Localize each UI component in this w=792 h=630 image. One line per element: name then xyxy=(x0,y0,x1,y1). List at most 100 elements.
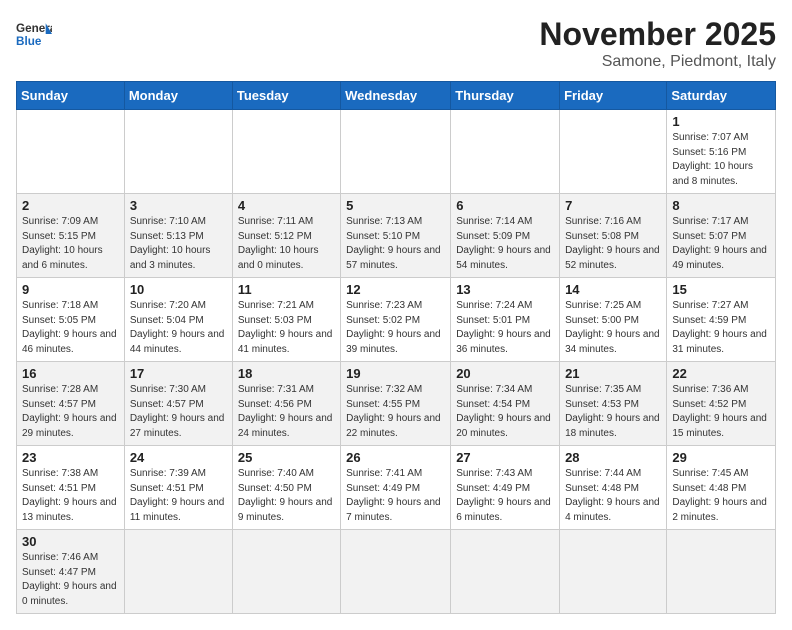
logo: General Blue xyxy=(16,16,52,52)
day-number: 24 xyxy=(130,450,227,465)
calendar-cell: 16 Sunrise: 7:28 AM Sunset: 4:57 PM Dayli… xyxy=(17,362,125,446)
day-info: Sunrise: 7:38 AM Sunset: 4:51 PM Dayligh… xyxy=(22,467,119,525)
calendar-cell: 9 Sunrise: 7:18 AM Sunset: 5:05 PM Daylig… xyxy=(17,278,125,362)
day-info: Sunrise: 7:20 AM Sunset: 5:04 PM Dayligh… xyxy=(130,299,227,357)
calendar-cell xyxy=(17,110,125,194)
calendar-week-5: 23 Sunrise: 7:38 AM Sunset: 4:51 PM Dayli… xyxy=(17,446,776,530)
calendar-cell: 20 Sunrise: 7:34 AM Sunset: 4:54 PM Dayli… xyxy=(451,362,560,446)
calendar-cell: 8Sunrise: 7:17 AM Sunset: 5:07 PM Daylig… xyxy=(667,194,776,278)
calendar-cell: 11Sunrise: 7:21 AM Sunset: 5:03 PM Dayli… xyxy=(232,278,340,362)
calendar-subtitle: Samone, Piedmont, Italy xyxy=(539,53,776,71)
day-info: Sunrise: 7:23 AM Sunset: 5:02 PM Dayligh… xyxy=(346,299,445,357)
day-info: Sunrise: 7:27 AM Sunset: 4:59 PM Dayligh… xyxy=(672,299,770,357)
day-number: 10 xyxy=(130,282,227,297)
calendar-cell: 26 Sunrise: 7:41 AM Sunset: 4:49 PM Dayli… xyxy=(341,446,451,530)
title-block: November 2025 Samone, Piedmont, Italy xyxy=(539,16,776,71)
day-info: Sunrise: 7:43 AM Sunset: 4:49 PM Dayligh… xyxy=(456,467,554,525)
calendar-cell: 1 Sunrise: 7:07 AM Sunset: 5:16 PM Daylig… xyxy=(667,110,776,194)
day-number: 6 xyxy=(456,198,554,213)
calendar-cell: 22 Sunrise: 7:36 AM Sunset: 4:52 PM Dayli… xyxy=(667,362,776,446)
calendar-cell xyxy=(124,110,232,194)
day-number: 23 xyxy=(22,450,119,465)
day-info: Sunrise: 7:11 AM Sunset: 5:12 PM Dayligh… xyxy=(238,215,335,273)
day-number: 11 xyxy=(238,282,335,297)
calendar-cell: 27Sunrise: 7:43 AM Sunset: 4:49 PM Dayli… xyxy=(451,446,560,530)
day-info: Sunrise: 7:13 AM Sunset: 5:10 PM Dayligh… xyxy=(346,215,445,273)
calendar-cell: 5 Sunrise: 7:13 AM Sunset: 5:10 PM Daylig… xyxy=(341,194,451,278)
calendar-title: November 2025 xyxy=(539,16,776,53)
day-number: 19 xyxy=(346,366,445,381)
calendar-cell xyxy=(560,110,667,194)
calendar-cell xyxy=(124,530,232,614)
day-number: 14 xyxy=(565,282,661,297)
weekday-header-row: SundayMondayTuesdayWednesdayThursdayFrid… xyxy=(17,82,776,110)
calendar-cell xyxy=(341,110,451,194)
day-number: 5 xyxy=(346,198,445,213)
day-info: Sunrise: 7:44 AM Sunset: 4:48 PM Dayligh… xyxy=(565,467,661,525)
weekday-header-monday: Monday xyxy=(124,82,232,110)
calendar-cell: 28 Sunrise: 7:44 AM Sunset: 4:48 PM Dayli… xyxy=(560,446,667,530)
svg-text:Blue: Blue xyxy=(16,35,42,48)
day-number: 9 xyxy=(22,282,119,297)
calendar-cell: 21Sunrise: 7:35 AM Sunset: 4:53 PM Dayli… xyxy=(560,362,667,446)
calendar-table: SundayMondayTuesdayWednesdayThursdayFrid… xyxy=(16,81,776,614)
day-number: 26 xyxy=(346,450,445,465)
calendar-cell: 19 Sunrise: 7:32 AM Sunset: 4:55 PM Dayli… xyxy=(341,362,451,446)
calendar-cell: 25 Sunrise: 7:40 AM Sunset: 4:50 PM Dayli… xyxy=(232,446,340,530)
day-info: Sunrise: 7:30 AM Sunset: 4:57 PM Dayligh… xyxy=(130,383,227,441)
weekday-header-wednesday: Wednesday xyxy=(341,82,451,110)
day-number: 18 xyxy=(238,366,335,381)
day-number: 4 xyxy=(238,198,335,213)
day-info: Sunrise: 7:18 AM Sunset: 5:05 PM Dayligh… xyxy=(22,299,119,357)
day-info: Sunrise: 7:41 AM Sunset: 4:49 PM Dayligh… xyxy=(346,467,445,525)
day-info: Sunrise: 7:14 AM Sunset: 5:09 PM Dayligh… xyxy=(456,215,554,273)
day-number: 25 xyxy=(238,450,335,465)
day-info: Sunrise: 7:07 AM Sunset: 5:16 PM Dayligh… xyxy=(672,131,770,189)
day-info: Sunrise: 7:09 AM Sunset: 5:15 PM Dayligh… xyxy=(22,215,119,273)
day-number: 2 xyxy=(22,198,119,213)
calendar-cell xyxy=(560,530,667,614)
calendar-cell: 12 Sunrise: 7:23 AM Sunset: 5:02 PM Dayli… xyxy=(341,278,451,362)
day-info: Sunrise: 7:28 AM Sunset: 4:57 PM Dayligh… xyxy=(22,383,119,441)
day-number: 12 xyxy=(346,282,445,297)
weekday-header-sunday: Sunday xyxy=(17,82,125,110)
calendar-cell: 24Sunrise: 7:39 AM Sunset: 4:51 PM Dayli… xyxy=(124,446,232,530)
calendar-cell: 6 Sunrise: 7:14 AM Sunset: 5:09 PM Daylig… xyxy=(451,194,560,278)
calendar-cell xyxy=(341,530,451,614)
day-info: Sunrise: 7:34 AM Sunset: 4:54 PM Dayligh… xyxy=(456,383,554,441)
calendar-cell: 18 Sunrise: 7:31 AM Sunset: 4:56 PM Dayli… xyxy=(232,362,340,446)
day-number: 1 xyxy=(672,114,770,129)
calendar-cell: 10 Sunrise: 7:20 AM Sunset: 5:04 PM Dayli… xyxy=(124,278,232,362)
day-info: Sunrise: 7:25 AM Sunset: 5:00 PM Dayligh… xyxy=(565,299,661,357)
day-info: Sunrise: 7:35 AM Sunset: 4:53 PM Dayligh… xyxy=(565,383,661,441)
calendar-cell xyxy=(232,110,340,194)
day-info: Sunrise: 7:40 AM Sunset: 4:50 PM Dayligh… xyxy=(238,467,335,525)
day-number: 20 xyxy=(456,366,554,381)
day-info: Sunrise: 7:24 AM Sunset: 5:01 PM Dayligh… xyxy=(456,299,554,357)
day-number: 30 xyxy=(22,534,119,549)
calendar-cell: 14 Sunrise: 7:25 AM Sunset: 5:00 PM Dayli… xyxy=(560,278,667,362)
calendar-cell: 29Sunrise: 7:45 AM Sunset: 4:48 PM Dayli… xyxy=(667,446,776,530)
calendar-cell: 2 Sunrise: 7:09 AM Sunset: 5:15 PM Daylig… xyxy=(17,194,125,278)
weekday-header-friday: Friday xyxy=(560,82,667,110)
day-number: 22 xyxy=(672,366,770,381)
weekday-header-saturday: Saturday xyxy=(667,82,776,110)
day-number: 8 xyxy=(672,198,770,213)
logo-icon: General Blue xyxy=(16,16,52,52)
day-number: 29 xyxy=(672,450,770,465)
calendar-week-1: 1 Sunrise: 7:07 AM Sunset: 5:16 PM Daylig… xyxy=(17,110,776,194)
day-number: 3 xyxy=(130,198,227,213)
day-number: 28 xyxy=(565,450,661,465)
calendar-cell xyxy=(232,530,340,614)
day-info: Sunrise: 7:32 AM Sunset: 4:55 PM Dayligh… xyxy=(346,383,445,441)
weekday-header-thursday: Thursday xyxy=(451,82,560,110)
calendar-cell: 30Sunrise: 7:46 AM Sunset: 4:47 PM Dayli… xyxy=(17,530,125,614)
day-number: 15 xyxy=(672,282,770,297)
calendar-cell: 15 Sunrise: 7:27 AM Sunset: 4:59 PM Dayli… xyxy=(667,278,776,362)
calendar-cell xyxy=(451,110,560,194)
day-info: Sunrise: 7:36 AM Sunset: 4:52 PM Dayligh… xyxy=(672,383,770,441)
calendar-cell: 23 Sunrise: 7:38 AM Sunset: 4:51 PM Dayli… xyxy=(17,446,125,530)
calendar-cell: 3Sunrise: 7:10 AM Sunset: 5:13 PM Daylig… xyxy=(124,194,232,278)
day-number: 16 xyxy=(22,366,119,381)
day-info: Sunrise: 7:31 AM Sunset: 4:56 PM Dayligh… xyxy=(238,383,335,441)
